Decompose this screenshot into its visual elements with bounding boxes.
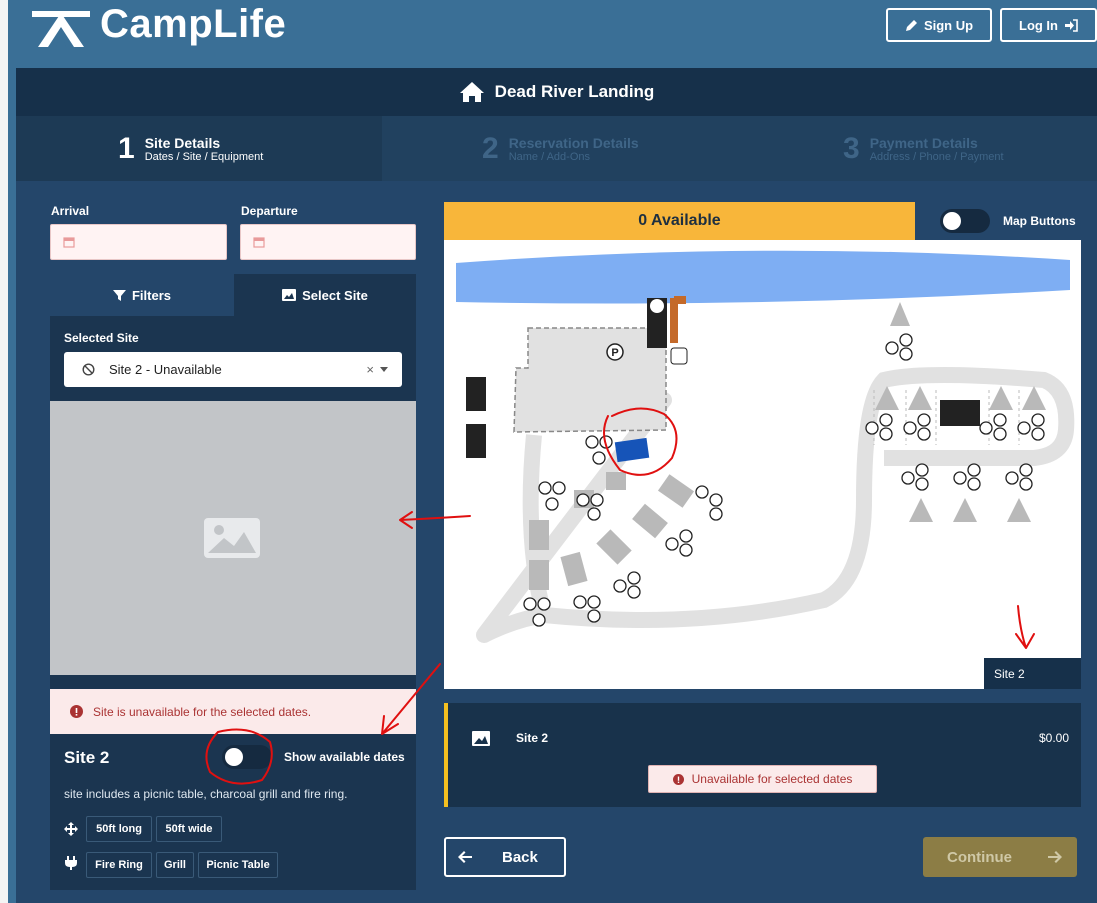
amenity-chip-picnic-table: Picnic Table bbox=[198, 852, 278, 878]
site-image-placeholder bbox=[50, 401, 416, 675]
step-1[interactable]: 1 Site Details Dates / Site / Equipment bbox=[16, 116, 382, 181]
step-3-subtitle: Address / Phone / Payment bbox=[869, 150, 1004, 163]
tab-filters-label: Filters bbox=[131, 287, 171, 303]
facility-box bbox=[940, 400, 980, 426]
amenity-chip-fire-ring: Fire Ring bbox=[86, 852, 152, 878]
step-2-subtitle: Name / Add-Ons bbox=[508, 150, 591, 163]
selected-site-label: Selected Site bbox=[64, 331, 139, 345]
log-in-button[interactable]: Log In bbox=[1000, 8, 1097, 42]
left-tabs: Filters Select Site bbox=[50, 274, 416, 316]
arrow-left-icon bbox=[458, 851, 472, 863]
toggle-knob bbox=[943, 212, 961, 230]
park-title: Dead River Landing bbox=[494, 82, 655, 101]
availability-count: 0 Available bbox=[638, 212, 721, 229]
boat-ramp bbox=[670, 298, 678, 343]
amenity-chip-grill: Grill bbox=[156, 852, 194, 878]
step-3-number: 3 bbox=[843, 131, 860, 165]
plug-icon bbox=[65, 856, 77, 870]
site-name: Site 2 bbox=[64, 748, 110, 767]
selected-site-value: Site 2 - Unavailable bbox=[109, 362, 222, 377]
selected-site-select[interactable]: Site 2 - Unavailable × bbox=[64, 352, 402, 387]
log-in-label: Log In bbox=[1019, 17, 1058, 33]
show-available-dates-toggle[interactable] bbox=[222, 745, 272, 769]
toggle-knob bbox=[225, 748, 243, 766]
image-icon bbox=[472, 731, 490, 746]
caret-down-icon[interactable] bbox=[380, 367, 388, 372]
continue-label: Continue bbox=[947, 848, 1012, 866]
step-1-title: Site Details bbox=[144, 134, 221, 151]
sign-up-button[interactable]: Sign Up bbox=[886, 8, 992, 42]
map-buttons-toggle[interactable] bbox=[940, 209, 990, 233]
step-1-number: 1 bbox=[118, 131, 135, 165]
back-button[interactable]: Back bbox=[444, 837, 566, 877]
unavailable-status-text: Unavailable for selected dates bbox=[691, 772, 853, 786]
exclamation-circle-icon bbox=[672, 773, 684, 785]
tab-filters[interactable]: Filters bbox=[50, 274, 234, 316]
exclamation-circle-icon bbox=[70, 705, 83, 718]
river bbox=[456, 250, 1070, 304]
facility-box bbox=[466, 377, 486, 411]
arrows-icon bbox=[64, 822, 78, 836]
pencil-icon bbox=[905, 19, 917, 31]
step-progress: 1 Site Details Dates / Site / Equipment … bbox=[16, 116, 1097, 181]
logo-text: CampLife bbox=[100, 2, 287, 46]
step-3[interactable]: 3 Payment Details Address / Phone / Paym… bbox=[843, 116, 1093, 181]
unavailable-status-badge: Unavailable for selected dates bbox=[648, 765, 877, 793]
availability-bar: 0 Available bbox=[444, 202, 915, 240]
parking-letter: P bbox=[611, 347, 618, 359]
tab-select-site[interactable]: Select Site bbox=[234, 274, 416, 316]
page: CampLife Sign Up Log In Dead River Landi… bbox=[0, 0, 1097, 903]
site-card-price: $0.00 bbox=[1038, 731, 1069, 745]
step-2-title: Reservation Details bbox=[508, 134, 639, 151]
tab-select-site-label: Select Site bbox=[302, 287, 368, 303]
home-icon bbox=[459, 82, 484, 102]
arrow-right-icon bbox=[1048, 851, 1062, 863]
park-title-bar: Dead River Landing bbox=[16, 68, 1097, 116]
sign-in-icon bbox=[1065, 18, 1078, 32]
campground-map[interactable]: P Site 2 bbox=[444, 240, 1081, 689]
arrival-label: Arrival bbox=[51, 204, 90, 218]
left-edge bbox=[0, 0, 8, 903]
size-chip-length: 50ft long bbox=[86, 816, 152, 842]
image-placeholder-icon bbox=[204, 518, 260, 558]
map-site-tooltip: Site 2 bbox=[984, 658, 1081, 689]
site-card-name: Site 2 bbox=[516, 731, 549, 745]
map-buttons-label: Map Buttons bbox=[1003, 214, 1076, 228]
show-available-dates-label: Show available dates bbox=[284, 750, 405, 764]
size-chip-width: 50ft wide bbox=[156, 816, 222, 842]
filter-icon bbox=[112, 289, 126, 301]
step-3-title: Payment Details bbox=[869, 134, 978, 151]
campground-map-drawing: P bbox=[456, 250, 1075, 643]
image-icon bbox=[282, 289, 297, 301]
ban-icon bbox=[82, 363, 95, 376]
step-2-number: 2 bbox=[482, 131, 499, 165]
departure-date-input[interactable] bbox=[240, 224, 416, 260]
tent-logo-icon bbox=[32, 10, 90, 47]
sign-up-label: Sign Up bbox=[923, 17, 974, 33]
facility-box bbox=[466, 424, 486, 458]
parking-lot bbox=[513, 327, 667, 433]
camplife-logo[interactable]: CampLife bbox=[32, 2, 286, 47]
back-label: Back bbox=[502, 848, 538, 866]
calendar-icon bbox=[63, 237, 75, 248]
arrival-date-input[interactable] bbox=[50, 224, 227, 260]
step-2[interactable]: 2 Reservation Details Name / Add-Ons bbox=[482, 116, 782, 181]
unavailable-alert: Site is unavailable for the selected dat… bbox=[50, 689, 416, 734]
clear-selection-icon[interactable]: × bbox=[366, 362, 374, 377]
selected-site-marker bbox=[614, 437, 650, 463]
unavailable-alert-text: Site is unavailable for the selected dat… bbox=[93, 704, 312, 719]
departure-label: Departure bbox=[241, 204, 298, 218]
step-1-subtitle: Dates / Site / Equipment bbox=[144, 150, 264, 163]
calendar-icon bbox=[253, 237, 265, 248]
continue-button[interactable]: Continue bbox=[923, 837, 1077, 877]
site-description: site includes a picnic table, charcoal g… bbox=[64, 787, 348, 801]
